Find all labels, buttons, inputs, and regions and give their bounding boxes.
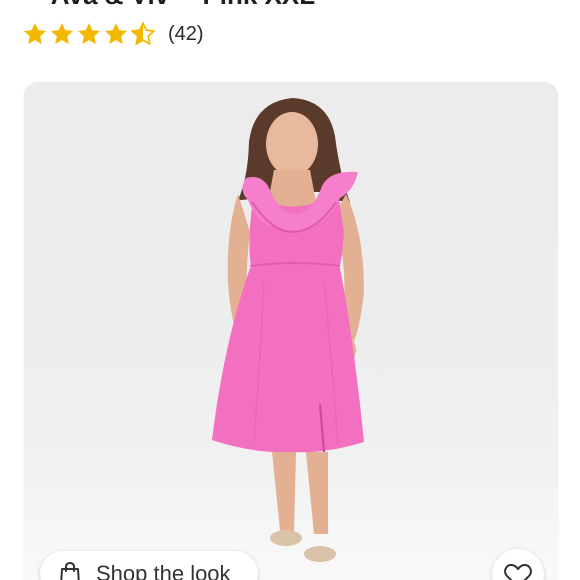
shopping-bag-icon <box>60 561 80 580</box>
product-rating[interactable]: (42) <box>22 18 204 50</box>
model-photo <box>212 98 364 562</box>
product-image[interactable] <box>24 82 558 580</box>
shop-the-look-button[interactable]: Shop the look <box>40 551 258 580</box>
rating-count[interactable]: (42) <box>168 23 204 46</box>
star-half-icon <box>131 22 155 45</box>
star-icon <box>23 22 47 44</box>
rating-stars <box>22 21 156 47</box>
star-icon <box>50 22 74 44</box>
star-icon <box>77 22 101 44</box>
heart-icon <box>504 563 532 580</box>
star-icon <box>104 22 128 44</box>
product-title: – Ava & Viv™ Pink XXL <box>30 0 550 8</box>
shop-the-look-label: Shop the look <box>96 561 231 580</box>
